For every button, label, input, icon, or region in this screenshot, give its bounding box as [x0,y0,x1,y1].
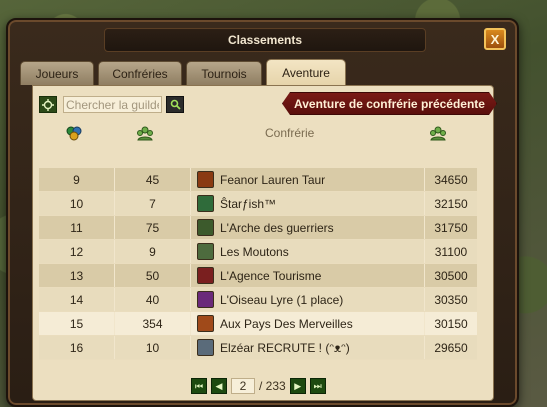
row-guild: L'Arche des guerriers [191,216,425,239]
table-row[interactable]: 16 10 Elzéar RECRUTE ! (ᵔᴥᵔ) 29650 [39,336,477,360]
locate-icon[interactable] [39,96,57,113]
row-guild: L'Oiseau Lyre (1 place) [191,288,425,311]
last-page-button[interactable]: ⏭ [309,378,326,394]
row-guild-name: Feanor Lauren Taur [220,172,326,187]
previous-adventure-button[interactable]: Aventure de confrérie précédente [282,92,497,115]
next-page-button[interactable]: ▶ [289,378,306,394]
row-score: 32150 [434,196,468,211]
prev-page-button[interactable]: ◀ [211,378,227,394]
row-rank: 16 [39,336,115,359]
row-guild-name: Aux Pays Des Merveilles [220,316,353,331]
tab-guilds[interactable]: Confréries [98,61,182,85]
guild-emblem-icon [197,195,214,212]
tab-players[interactable]: Joueurs [20,61,94,85]
row-score: 29650 [434,340,468,355]
row-score: 30500 [434,268,468,283]
row-guild-name: Les Moutons [220,244,289,259]
row-rank: 13 [39,264,115,287]
tab-adventure[interactable]: Aventure [266,59,346,85]
page-number-input[interactable] [231,378,255,394]
table-header: Confrérie [39,123,477,143]
row-rank: 14 [39,288,115,311]
table-row[interactable]: 12 9 Les Moutons 31100 [39,240,477,264]
pagination: ⏮ ◀ / 233 ▶ ⏭ [191,378,326,394]
row-guild: Feanor Lauren Taur [191,168,425,191]
table-row[interactable]: 13 50 L'Agence Tourisme 30500 [39,264,477,288]
row-score: 31100 [434,244,468,259]
rankings-window: Classements X Joueurs Confréries Tournoi… [6,18,519,407]
row-guild: Les Moutons [191,240,425,263]
guild-search-input[interactable] [63,96,162,113]
guild-column-header: Confrérie [265,126,315,140]
rankings-list: 9 45 Feanor Lauren Taur 34650 10 7 Ŝtarƒ… [39,168,477,360]
close-button[interactable]: X [484,28,506,50]
table-row[interactable]: 9 45 Feanor Lauren Taur 34650 [39,168,477,192]
row-rank: 11 [39,216,115,239]
rank-column-header [39,125,110,141]
row-guild-name: L'Arche des guerriers [220,220,334,235]
row-member-count: 354 [115,312,191,335]
row-score: 31750 [434,220,468,235]
search-button[interactable] [166,96,184,113]
members-icon [137,126,154,141]
window-title: Classements [104,28,426,52]
row-guild-name: L'Agence Tourisme [220,268,322,283]
table-row[interactable]: 15 354 Aux Pays Des Merveilles 30150 [39,312,477,336]
rank-trophy-icon [66,126,82,141]
tab-tournaments[interactable]: Tournois [186,61,262,85]
row-member-count: 10 [115,336,191,359]
guild-emblem-icon [197,315,214,332]
first-page-button[interactable]: ⏮ [191,378,207,394]
row-member-count: 40 [115,288,191,311]
row-guild: Ŝtarƒish™ [191,192,425,215]
row-member-count: 7 [115,192,191,215]
row-score: 34650 [434,172,468,187]
guild-emblem-icon [197,339,214,356]
row-member-count: 50 [115,264,191,287]
row-member-count: 45 [115,168,191,191]
guild-emblem-icon [197,267,214,284]
row-score: 30150 [434,316,468,331]
row-rank: 15 [39,312,115,335]
guild-emblem-icon [197,171,214,188]
table-row[interactable]: 14 40 L'Oiseau Lyre (1 place) 30350 [39,288,477,312]
score-column-header [399,125,477,141]
row-member-count: 9 [115,240,191,263]
guild-emblem-icon [197,243,214,260]
table-row[interactable]: 11 75 L'Arche des guerriers 31750 [39,216,477,240]
page-total: / 233 [259,379,286,393]
row-guild: L'Agence Tourisme [191,264,425,287]
members-column-header [110,125,181,141]
row-rank: 10 [39,192,115,215]
row-score: 30350 [434,292,468,307]
row-guild: Aux Pays Des Merveilles [191,312,425,335]
row-guild: Elzéar RECRUTE ! (ᵔᴥᵔ) [191,336,425,359]
row-guild-name: Elzéar RECRUTE ! (ᵔᴥᵔ) [220,340,350,355]
score-icon [429,126,446,141]
row-guild-name: L'Oiseau Lyre (1 place) [220,292,344,307]
row-rank: 9 [39,168,115,191]
guild-emblem-icon [197,219,214,236]
rankings-panel: Aventure de confrérie précédente Confrér… [32,85,494,401]
row-guild-name: Ŝtarƒish™ [220,196,277,211]
row-member-count: 75 [115,216,191,239]
table-row[interactable]: 10 7 Ŝtarƒish™ 32150 [39,192,477,216]
guild-emblem-icon [197,291,214,308]
row-rank: 12 [39,240,115,263]
search-icon [170,99,181,110]
